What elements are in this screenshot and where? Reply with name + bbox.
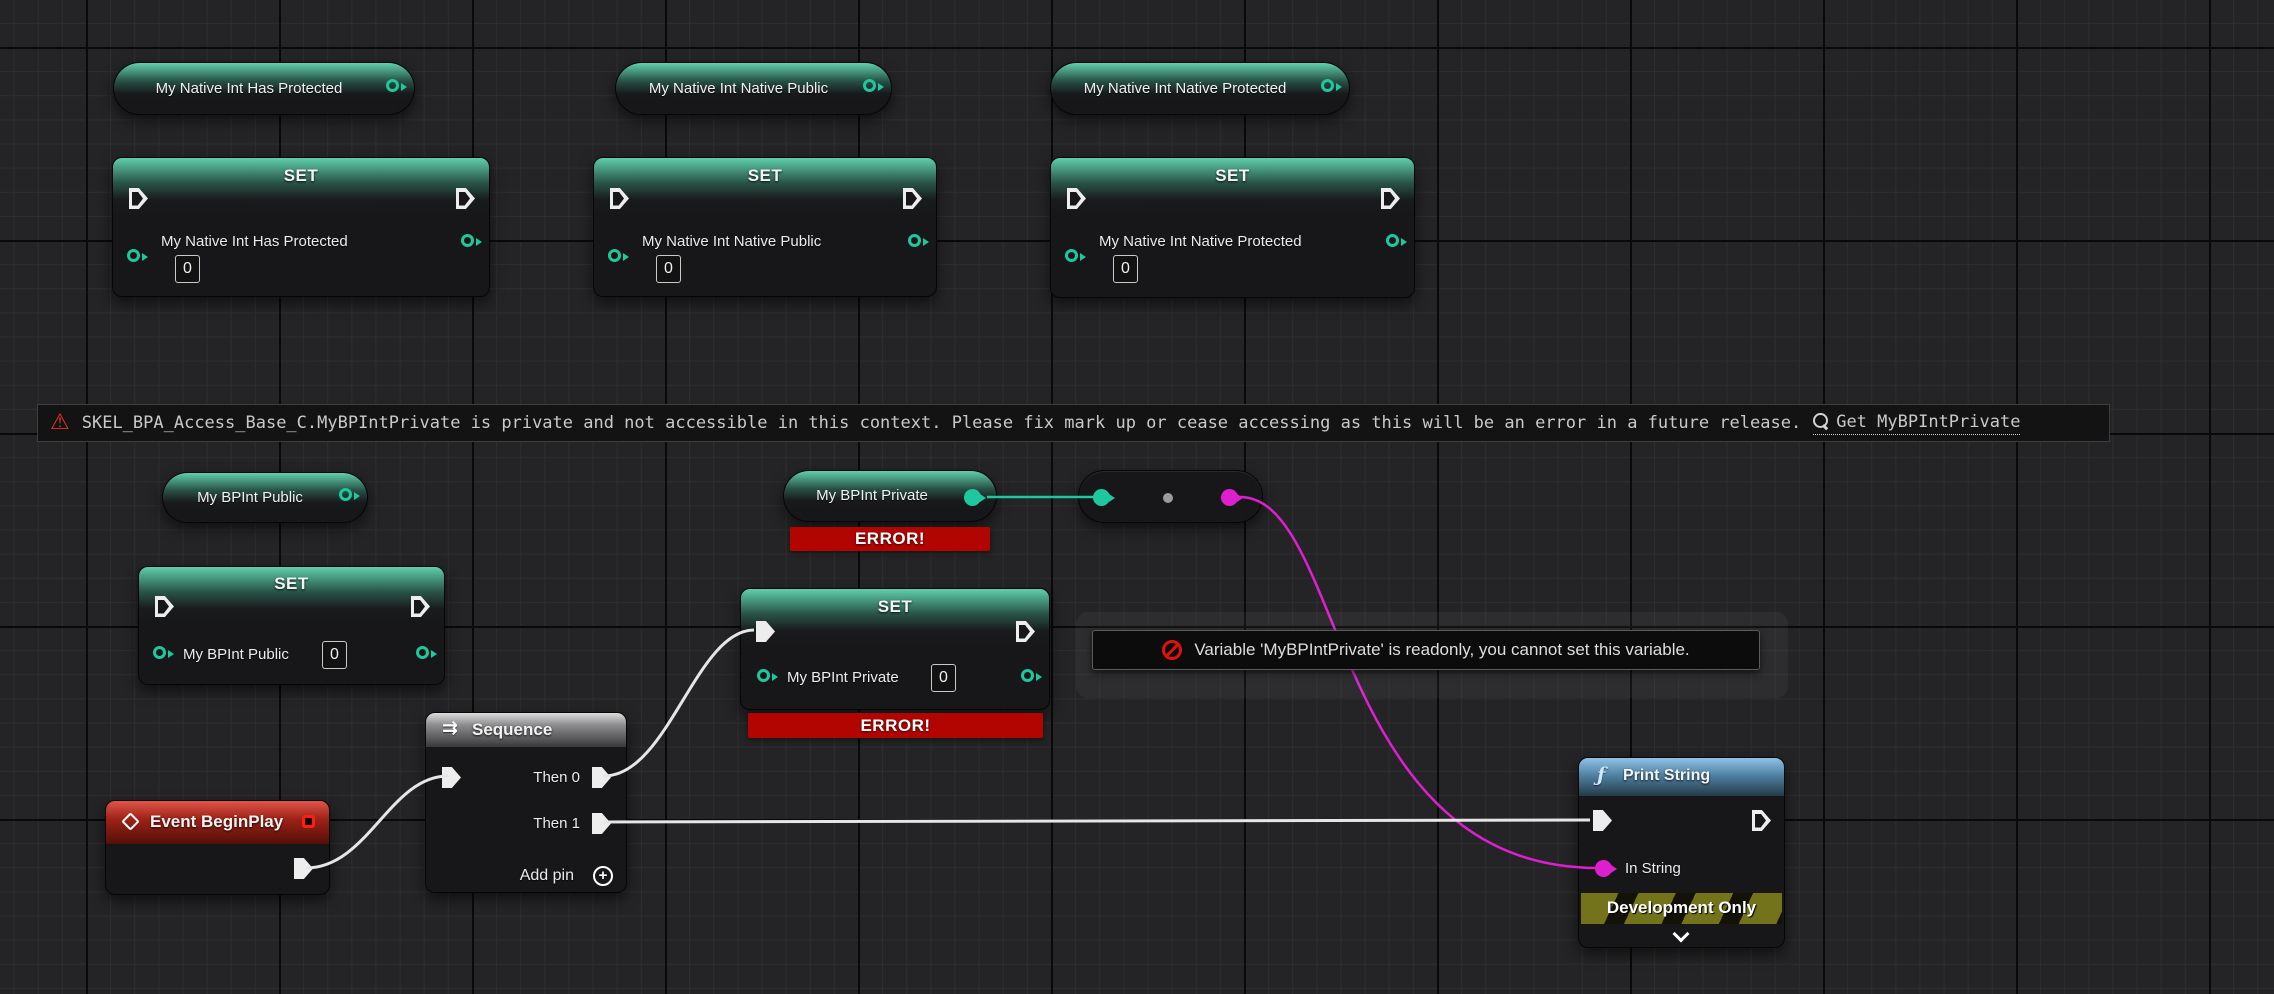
int-output-pin[interactable] bbox=[1321, 79, 1334, 92]
int-value-field[interactable]: 0 bbox=[175, 255, 200, 283]
int-input-pin[interactable] bbox=[757, 669, 770, 682]
exec-output-pin[interactable] bbox=[1752, 810, 1771, 831]
node-get-my-bpint-public[interactable]: My BPInt Public bbox=[162, 472, 368, 523]
node-get-my-native-int-has-protected[interactable]: My Native Int Has Protected bbox=[113, 62, 415, 115]
delegate-output-pin[interactable] bbox=[302, 815, 315, 828]
tooltip-container: Variable 'MyBPIntPrivate' is readonly, y… bbox=[1076, 612, 1788, 698]
exec-input-pin[interactable] bbox=[155, 596, 174, 617]
int-output-pin[interactable] bbox=[386, 79, 399, 92]
collapsed-pins-dot bbox=[1163, 493, 1173, 503]
int-output-pin[interactable] bbox=[908, 234, 921, 247]
then1-label: Then 1 bbox=[533, 815, 580, 832]
int-input-pin[interactable] bbox=[153, 646, 166, 659]
exec-output-pin[interactable] bbox=[903, 188, 922, 209]
exec-input-pin[interactable] bbox=[1067, 188, 1086, 209]
int-value-field[interactable]: 0 bbox=[322, 641, 347, 669]
int-input-pin[interactable] bbox=[608, 249, 621, 262]
node-set-my-bpint-public[interactable]: SET My BPInt Public 0 bbox=[138, 566, 445, 685]
node-set-my-native-int-native-public[interactable]: SET My Native Int Native Public 0 bbox=[593, 157, 937, 297]
int-input-pin[interactable] bbox=[127, 249, 140, 262]
no-entry-icon bbox=[1162, 640, 1182, 660]
pin-label: My BPInt Private bbox=[787, 669, 899, 686]
node-title: Print String bbox=[1623, 767, 1710, 785]
blueprint-graph-canvas[interactable]: { "colors": { "exec_wire": "#e6e6e6", "i… bbox=[0, 0, 2274, 994]
pin-label: My BPInt Public bbox=[183, 646, 289, 663]
set-header: SET bbox=[594, 166, 936, 186]
function-icon: ƒ bbox=[1597, 764, 1605, 786]
then1-exec-output-pin[interactable] bbox=[592, 813, 611, 834]
int-input-pin[interactable] bbox=[1093, 489, 1110, 506]
node-sequence[interactable]: ⇉ Sequence Then 0 Then 1 Add pin + bbox=[425, 712, 627, 893]
int-value-field[interactable]: 0 bbox=[656, 255, 681, 283]
goto-node-link-label: Get MyBPIntPrivate bbox=[1836, 412, 2020, 432]
exec-input-pin[interactable] bbox=[442, 767, 461, 788]
int-output-pin[interactable] bbox=[461, 234, 474, 247]
node-get-my-native-int-native-protected[interactable]: My Native Int Native Protected bbox=[1050, 62, 1350, 115]
exec-input-pin[interactable] bbox=[610, 188, 629, 209]
variable-title: My Native Int Native Public bbox=[616, 80, 861, 97]
set-header: SET bbox=[139, 574, 444, 594]
error-banner: ERROR! bbox=[748, 713, 1043, 738]
int-value-field[interactable]: 0 bbox=[931, 664, 956, 692]
readonly-tooltip: Variable 'MyBPIntPrivate' is readonly, y… bbox=[1092, 630, 1760, 670]
search-icon bbox=[1813, 413, 1830, 430]
variable-title: My Native Int Native Protected bbox=[1051, 80, 1319, 97]
warning-triangle-icon: ⚠ bbox=[50, 412, 70, 434]
set-header: SET bbox=[741, 597, 1049, 617]
node-print-string[interactable]: ƒ Print String In String Development Onl… bbox=[1578, 757, 1785, 948]
exec-output-pin[interactable] bbox=[411, 596, 430, 617]
int-output-pin[interactable] bbox=[863, 79, 876, 92]
goto-node-link[interactable]: Get MyBPIntPrivate bbox=[1813, 412, 2020, 435]
expand-chevron-icon[interactable] bbox=[1673, 926, 1690, 943]
wire-exec-then1-to-printstring[interactable] bbox=[604, 820, 1590, 822]
int-output-pin[interactable] bbox=[339, 488, 352, 501]
exec-input-pin[interactable] bbox=[129, 188, 148, 209]
node-set-my-bpint-private[interactable]: SET My BPInt Private 0 bbox=[740, 588, 1050, 710]
development-only-banner: Development Only bbox=[1581, 893, 1782, 924]
pin-label: My Native Int Has Protected bbox=[161, 233, 348, 250]
tooltip-text: Variable 'MyBPIntPrivate' is readonly, y… bbox=[1194, 640, 1689, 660]
exec-output-pin[interactable] bbox=[456, 188, 475, 209]
variable-title: My BPInt Private bbox=[784, 487, 960, 504]
node-set-my-native-int-native-protected[interactable]: SET My Native Int Native Protected 0 bbox=[1050, 157, 1415, 298]
compiler-warning-bar: ⚠ SKEL_BPA_Access_Base_C.MyBPIntPrivate … bbox=[37, 404, 2110, 442]
then0-label: Then 0 bbox=[533, 769, 580, 786]
variable-title: My BPInt Public bbox=[163, 489, 337, 506]
node-get-my-native-int-native-public[interactable]: My Native Int Native Public bbox=[615, 62, 892, 115]
warning-message: SKEL_BPA_Access_Base_C.MyBPIntPrivate is… bbox=[82, 413, 1801, 433]
node-title: Sequence bbox=[472, 720, 552, 740]
pin-label: In String bbox=[1625, 860, 1681, 877]
string-input-pin[interactable] bbox=[1595, 860, 1612, 877]
pin-label: My Native Int Native Public bbox=[642, 233, 821, 250]
int-output-pin[interactable] bbox=[964, 489, 981, 506]
exec-output-pin[interactable] bbox=[1016, 621, 1035, 642]
int-value-field[interactable]: 0 bbox=[1113, 255, 1138, 283]
node-get-my-bpint-private[interactable]: My BPInt Private bbox=[783, 470, 997, 522]
node-int-to-string-conversion[interactable] bbox=[1078, 470, 1263, 523]
string-output-pin[interactable] bbox=[1221, 489, 1238, 506]
exec-input-pin[interactable] bbox=[1593, 810, 1612, 831]
int-output-pin[interactable] bbox=[1386, 234, 1399, 247]
error-banner: ERROR! bbox=[790, 527, 990, 551]
int-input-pin[interactable] bbox=[1065, 249, 1078, 262]
sequence-icon: ⇉ bbox=[442, 717, 458, 739]
node-title: Event BeginPlay bbox=[150, 812, 283, 832]
node-event-beginplay[interactable]: Event BeginPlay bbox=[105, 800, 330, 895]
then0-exec-output-pin[interactable] bbox=[592, 767, 611, 788]
set-header: SET bbox=[1051, 166, 1414, 186]
exec-output-pin[interactable] bbox=[1381, 188, 1400, 209]
exec-output-pin[interactable] bbox=[294, 858, 313, 879]
add-pin-label: Add pin bbox=[520, 867, 574, 885]
node-set-my-native-int-has-protected[interactable]: SET My Native Int Has Protected 0 bbox=[112, 157, 490, 297]
set-header: SET bbox=[113, 166, 489, 186]
variable-title: My Native Int Has Protected bbox=[114, 80, 384, 97]
add-pin-button[interactable]: + bbox=[593, 866, 613, 886]
int-output-pin[interactable] bbox=[416, 646, 429, 659]
exec-input-pin[interactable] bbox=[756, 621, 775, 642]
pin-label: My Native Int Native Protected bbox=[1099, 233, 1302, 250]
int-output-pin[interactable] bbox=[1021, 669, 1034, 682]
